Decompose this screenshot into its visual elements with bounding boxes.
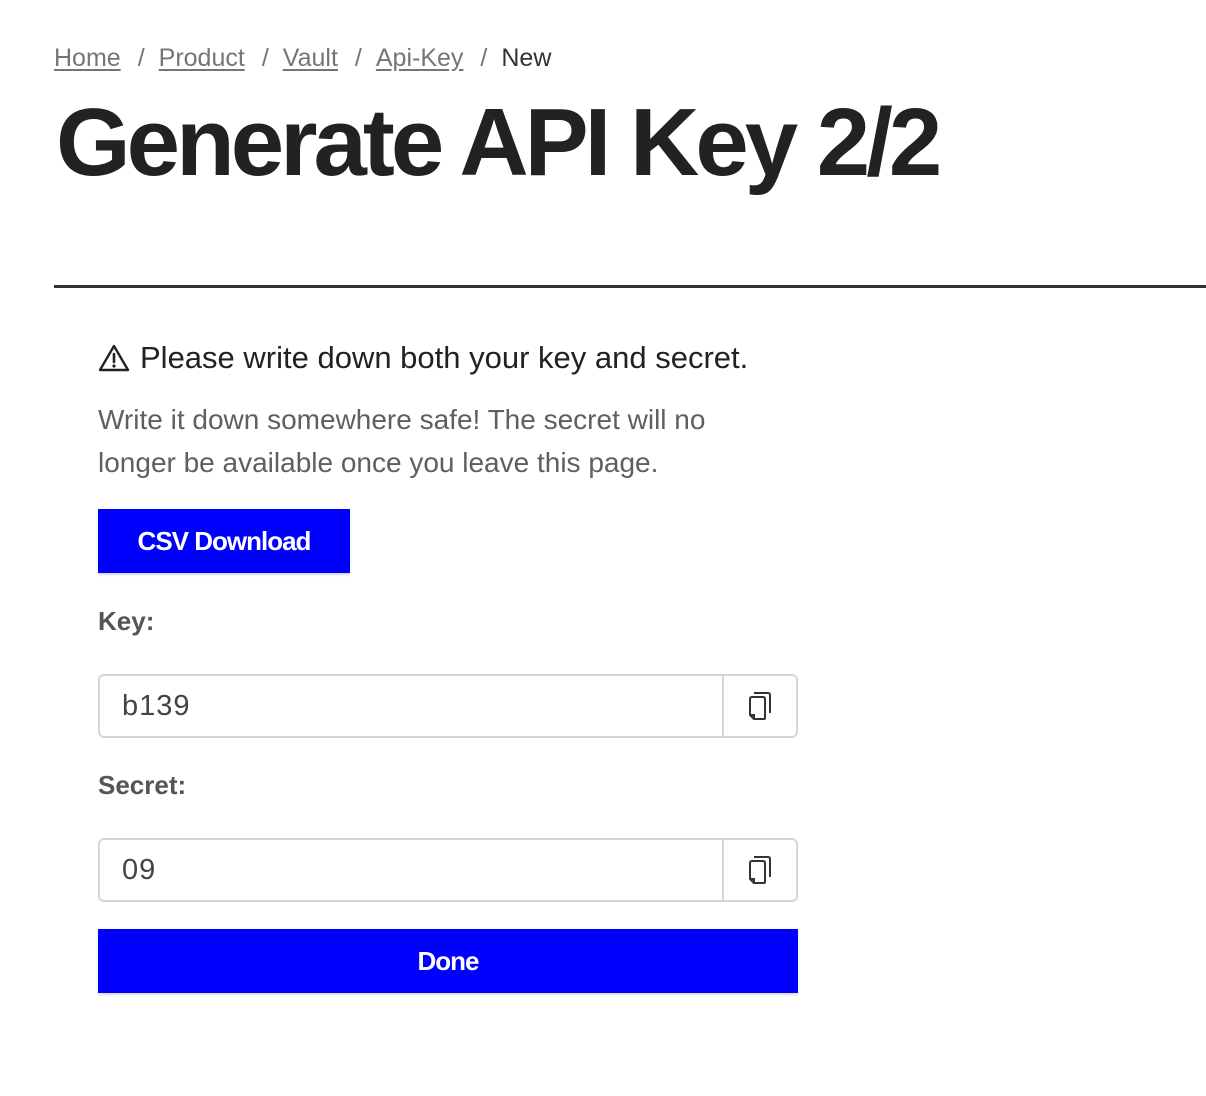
breadcrumb-separator: / (261, 44, 269, 72)
breadcrumb-home-link[interactable]: Home (54, 44, 121, 72)
copy-icon (749, 692, 771, 720)
secret-input[interactable] (100, 840, 722, 900)
breadcrumb: Home / Product / Vault / Api-Key / New (54, 42, 551, 74)
done-button[interactable]: Done (98, 929, 798, 993)
breadcrumb-api-key-link[interactable]: Api-Key (376, 44, 464, 72)
breadcrumb-current: New (501, 44, 552, 72)
copy-secret-button[interactable] (722, 840, 796, 900)
info-text: Write it down somewhere safe! The secret… (98, 404, 706, 478)
breadcrumb-separator: / (480, 44, 488, 72)
warning-message: Please write down both your key and secr… (98, 338, 748, 378)
key-label: Key: (98, 606, 155, 636)
key-field (98, 674, 798, 738)
breadcrumb-vault-link[interactable]: Vault (283, 44, 338, 72)
page-title: Generate API Key 2/2 (56, 89, 942, 196)
breadcrumb-separator: / (354, 44, 362, 72)
key-input[interactable] (100, 676, 722, 736)
secret-label: Secret: (98, 770, 187, 800)
breadcrumb-product-link[interactable]: Product (159, 44, 245, 72)
copy-icon (749, 856, 771, 884)
breadcrumb-separator: / (137, 44, 145, 72)
section-divider (54, 285, 1206, 288)
csv-download-button[interactable]: CSV Download (98, 509, 350, 573)
warning-text: Please write down both your key and secr… (140, 340, 749, 375)
copy-key-button[interactable] (722, 676, 796, 736)
page: Home / Product / Vault / Api-Key / New Generate … (0, 0, 1206, 1096)
secret-field (98, 838, 798, 902)
warning-triangle-icon (98, 344, 130, 372)
